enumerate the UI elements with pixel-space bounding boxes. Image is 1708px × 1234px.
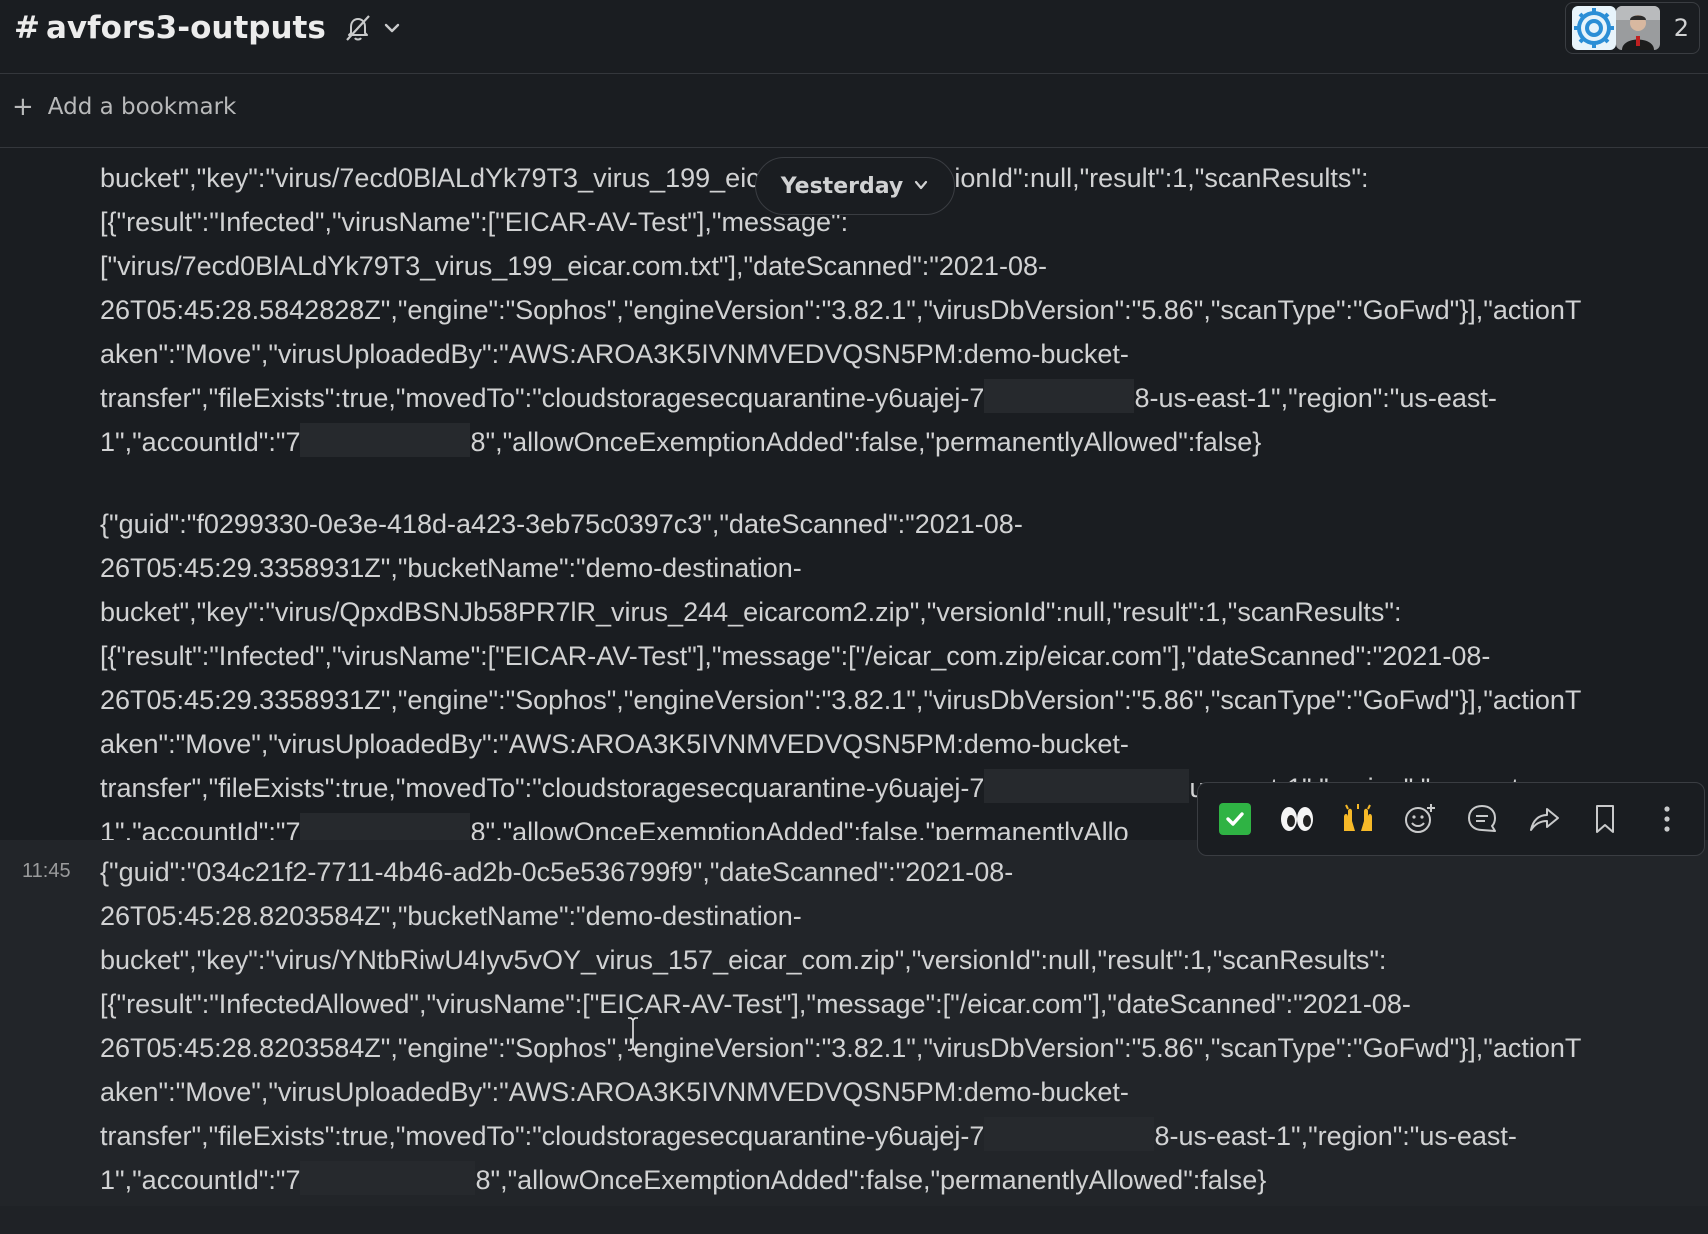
message-line: 26T05:45:29.3358931Z","engine":"Sophos",…: [100, 685, 1582, 715]
chevron-down-icon: [382, 18, 402, 38]
message-line: transfer","fileExists":true,"movedTo":"c…: [100, 376, 1700, 420]
message-timestamp[interactable]: 11:45: [22, 860, 71, 883]
eyes-emoji: [1280, 807, 1313, 831]
more-actions-button[interactable]: [1641, 793, 1693, 845]
message-line: bucket","key":"virus/QpxdBSNJb58PR7lR_vi…: [100, 597, 1402, 627]
white-check-mark-emoji: [1218, 803, 1251, 835]
message-text: transfer","fileExists":true,"movedTo":"c…: [100, 383, 985, 413]
message-line: 1","accountId":"7 8","allowOnceExemptionA…: [100, 420, 1700, 464]
react-eyes-button[interactable]: [1271, 793, 1323, 845]
redacted-block: [300, 423, 471, 457]
add-reaction-button[interactable]: [1394, 793, 1446, 845]
message-line: 26T05:45:28.8203584Z","engine":"Sophos",…: [100, 1033, 1582, 1063]
message-line: 1","accountId":"7 8","allowOnceExemptionA…: [100, 1158, 1700, 1202]
save-bookmark-icon: [1596, 805, 1615, 833]
avatar-bot: [1571, 6, 1616, 50]
message-line: transfer","fileExists":true,"movedTo":"c…: [100, 1114, 1700, 1158]
date-label: Yesterday: [780, 173, 904, 199]
channel-header: # avfors3-outputs 2: [0, 0, 1708, 74]
message-line: {"guid":"034c21f2-7711-4b46-ad2b-0c5e536…: [100, 857, 1014, 887]
message-line: 26T05:45:29.3358931Z","bucketName":"demo…: [100, 553, 802, 583]
add-bookmark-label: Add a bookmark: [47, 94, 237, 120]
notifications-muted-icon: [342, 12, 374, 44]
more-actions-icon: [1664, 806, 1670, 832]
message-line: [{"result":"Infected","virusName":["EICA…: [100, 641, 1491, 671]
message-line: aken":"Move","virusUploadedBy":"AWS:AROA…: [100, 339, 1129, 369]
redacted-block: [300, 1161, 476, 1195]
redacted-block: [984, 769, 1190, 803]
add-reaction-icon: [1405, 804, 1436, 833]
message-line: aken":"Move","virusUploadedBy":"AWS:AROA…: [100, 729, 1129, 759]
channel-title-button[interactable]: # avfors3-outputs: [14, 6, 402, 50]
plus-icon: +: [12, 92, 34, 122]
raised-hands-emoji: [1344, 804, 1373, 831]
share-message-button[interactable]: [1518, 793, 1570, 845]
message-text: transfer","fileExists":true,"movedTo":"c…: [100, 1121, 985, 1151]
redacted-block: [984, 1117, 1155, 1151]
message-text: 1","accountId":"7: [100, 1165, 301, 1195]
share-icon: [1529, 808, 1559, 831]
date-divider-button[interactable]: Yesterday: [755, 157, 955, 215]
reply-in-thread-button[interactable]: [1456, 793, 1508, 845]
redacted-block: [984, 379, 1135, 413]
message-hovered[interactable]: 11:45 {"guid":"034c21f2-7711-4b46-ad2b-0…: [0, 840, 1708, 1206]
message-text: 8","allowOnceExemptionAdded":false,"perm…: [475, 1165, 1267, 1195]
bookmark-bar: + Add a bookmark: [0, 74, 1708, 148]
react-white-check-mark-button[interactable]: [1209, 793, 1261, 845]
message-line: ["virus/7ecd0BlALdYk79T3_virus_199_eicar…: [100, 251, 1047, 281]
member-count: 2: [1673, 14, 1689, 42]
message-text: 8","allowOnceExemptionAdded":false,"perm…: [470, 427, 1262, 457]
avatar-user: [1615, 6, 1660, 50]
message-line: 26T05:45:28.8203584Z","bucketName":"demo…: [100, 901, 802, 931]
channel-hash: #: [14, 10, 40, 46]
text-cursor-icon: [626, 1016, 640, 1056]
message-line: 26T05:45:28.5842828Z","engine":"Sophos",…: [100, 295, 1582, 325]
message-line: bucket","key":"virus/YNtbRiwU4Iyv5vOY_vi…: [100, 945, 1387, 975]
members-button[interactable]: 2: [1564, 2, 1700, 54]
chevron-down-icon: [913, 174, 929, 199]
message-line: [{"result":"InfectedAllowed","virusName"…: [100, 989, 1411, 1019]
message-text: transfer","fileExists":true,"movedTo":"c…: [100, 773, 985, 803]
message-text: 8-us-east-1","region":"us-east-: [1154, 1121, 1517, 1151]
channel-name: avfors3-outputs: [45, 10, 326, 46]
message-line: {"guid":"f0299330-0e3e-418d-a423-3eb75c0…: [100, 509, 1023, 539]
message-actions-toolbar: [1197, 782, 1705, 856]
message-list: bucket","key":"virus/7ecd0BlALdYk79T3_vi…: [0, 148, 1708, 1206]
react-raised-hands-button[interactable]: [1332, 793, 1384, 845]
composer-edge: [0, 1206, 1708, 1234]
message-text: 8-us-east-1","region":"us-east-: [1134, 383, 1497, 413]
add-bookmark-button[interactable]: + Add a bookmark: [12, 92, 236, 122]
message-body: {"guid":"034c21f2-7711-4b46-ad2b-0c5e536…: [100, 850, 1700, 1202]
reply-in-thread-icon: [1467, 805, 1496, 832]
save-for-later-button[interactable]: [1579, 793, 1631, 845]
message-text: 1","accountId":"7: [100, 427, 301, 457]
message-line: aken":"Move","virusUploadedBy":"AWS:AROA…: [100, 1077, 1129, 1107]
